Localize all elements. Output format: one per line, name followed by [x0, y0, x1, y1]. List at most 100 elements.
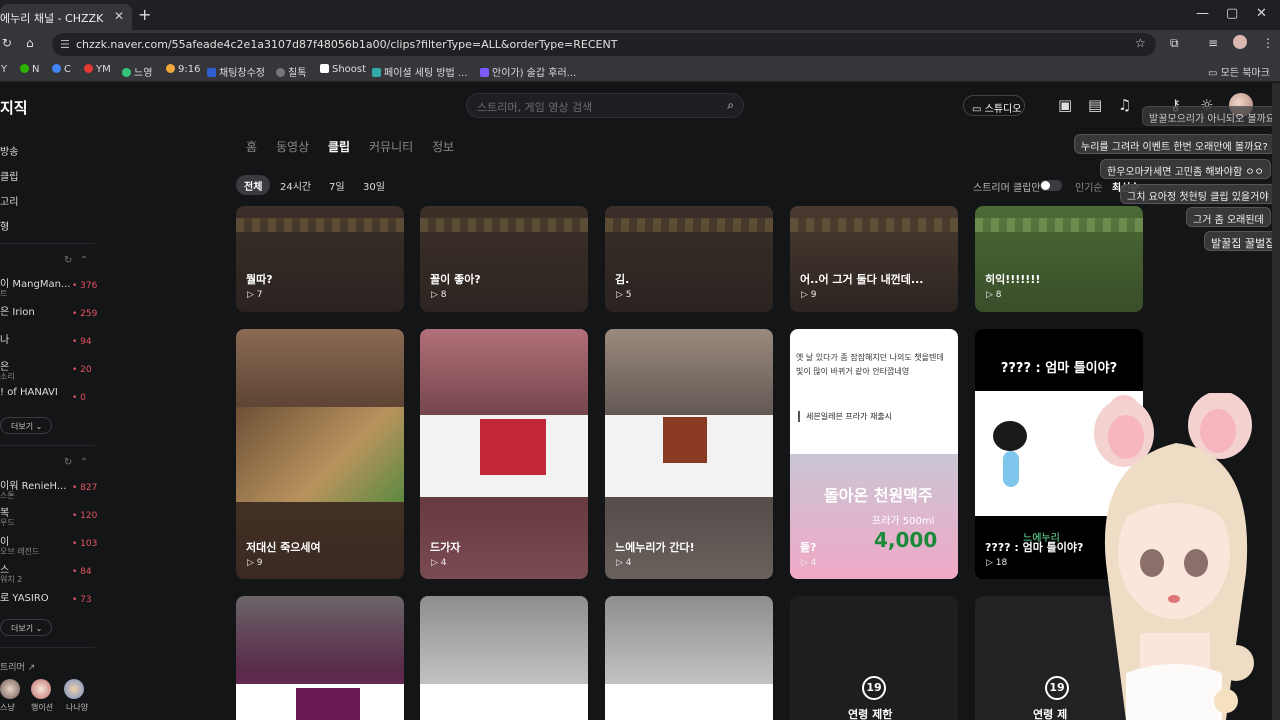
- streamer-avatar[interactable]: [31, 679, 51, 699]
- tab-info[interactable]: 정보: [432, 138, 454, 155]
- new-tab-icon[interactable]: +: [138, 5, 151, 24]
- streamer-name: 행이션: [31, 703, 54, 712]
- bookmark-item[interactable]: N: [20, 64, 39, 75]
- tab-community[interactable]: 커뮤니티: [369, 138, 413, 155]
- viewer-count: • 73: [72, 595, 92, 605]
- wallet-icon[interactable]: ▣: [1058, 96, 1072, 114]
- filter-24h[interactable]: 24시간: [272, 175, 319, 195]
- search-icon[interactable]: ⌕: [727, 98, 734, 113]
- streamer-clips-only-toggle[interactable]: [1040, 180, 1062, 191]
- clip-card[interactable]: [420, 596, 588, 720]
- following-channel[interactable]: 이 MangMan...: [0, 275, 70, 290]
- reload-icon[interactable]: ↻: [2, 36, 12, 50]
- chat-message: 그치 요아정 첫현팅 클립 있을거야: [1120, 184, 1276, 204]
- following-category: 트: [0, 289, 8, 298]
- globe-icon: [276, 68, 285, 77]
- clip-card[interactable]: 뭘따? ▷ 7: [236, 206, 404, 312]
- streamer-clips-only-label: 스트리머 클립만: [973, 183, 1041, 194]
- bookmark-item[interactable]: 페이셜 세팅 방법 ...: [372, 64, 467, 79]
- following-channel[interactable]: 은 Irion: [0, 303, 35, 318]
- profile-icon[interactable]: [1233, 35, 1247, 49]
- following-channel[interactable]: ! of HANAVI: [0, 387, 58, 398]
- url-field[interactable]: chzzk.naver.com/55afeade4c2e1a3107d87f48…: [52, 33, 1156, 56]
- bookmark-item[interactable]: Y: [1, 64, 7, 75]
- media-icon[interactable]: ≡: [1208, 36, 1218, 50]
- character-tear: [1003, 451, 1019, 487]
- clip-card[interactable]: 히익!!!!!!! ▷ 8: [975, 206, 1143, 312]
- menu-icon[interactable]: ⋮: [1262, 36, 1274, 50]
- browser-tab[interactable]: 에누리 채널 - CHZZK ✕: [0, 4, 132, 30]
- sidebar-nav-category[interactable]: 고리: [0, 193, 18, 208]
- sidebar-nav-esports[interactable]: 형: [0, 218, 9, 233]
- filter-7d[interactable]: 7일: [321, 175, 353, 195]
- clip-card[interactable]: 옛 날 있다가 좀 잠잠해지던 나의도 챗을텐데 빛이 많이 바뀌거 같아 안타…: [790, 329, 958, 579]
- tab-videos[interactable]: 동영상: [276, 138, 309, 155]
- age-restricted-label: 연령 제한: [848, 708, 893, 720]
- clip-card[interactable]: [605, 596, 773, 720]
- tab-home[interactable]: 홈: [246, 138, 257, 155]
- partner-streamers-label[interactable]: 트리머 ↗: [0, 660, 35, 673]
- close-window-icon[interactable]: ✕: [1256, 6, 1267, 21]
- extensions-icon[interactable]: ⧉: [1170, 36, 1179, 51]
- show-more-button[interactable]: 더보기 ⌄: [0, 619, 52, 636]
- minimize-icon[interactable]: —: [1196, 6, 1209, 21]
- clip-card[interactable]: 저대신 죽으세여 ▷ 9: [236, 329, 404, 579]
- clip-card[interactable]: 어..어 그거 둘다 내껀데... ▷ 9: [790, 206, 958, 312]
- show-more-button[interactable]: 더보기 ⌄: [0, 417, 52, 434]
- site-info-icon[interactable]: ☰: [60, 38, 70, 51]
- chevron-up-icon[interactable]: ⌃: [80, 457, 88, 468]
- clip-card[interactable]: 꼴이 좋아? ▷ 8: [420, 206, 588, 312]
- viewer-count: • 259: [72, 309, 98, 319]
- recommended-category: 우드: [0, 518, 15, 527]
- recommended-channel[interactable]: 로 YASIRO: [0, 589, 49, 604]
- clip-card[interactable]: 김. ▷ 5: [605, 206, 773, 312]
- search-input[interactable]: 스트리머, 게임 영상 검색 ⌕: [466, 93, 744, 118]
- site-logo[interactable]: 지직: [0, 97, 28, 118]
- bookmark-item[interactable]: 안이가) 술갑 후러...: [480, 64, 576, 79]
- maximize-icon[interactable]: ▢: [1226, 6, 1238, 21]
- close-tab-icon[interactable]: ✕: [114, 9, 124, 23]
- sort-popular[interactable]: 인기순: [1075, 179, 1103, 194]
- video-icon: ▭: [972, 104, 985, 115]
- sidebar-nav-clips[interactable]: 클립: [0, 168, 18, 183]
- filter-30d[interactable]: 30일: [355, 175, 393, 195]
- bookmark-item[interactable]: 칠톡: [276, 64, 306, 79]
- bookmark-item[interactable]: YM: [84, 64, 111, 75]
- bookmark-item[interactable]: 채팅창수정: [207, 64, 265, 79]
- bell-icon[interactable]: ♫: [1118, 96, 1131, 114]
- divider: [0, 647, 95, 648]
- refresh-icon[interactable]: ↻: [64, 457, 72, 468]
- refresh-icon[interactable]: ↻: [64, 255, 72, 266]
- page-scrollbar[interactable]: [1272, 83, 1280, 720]
- streamer-avatar[interactable]: [0, 679, 20, 699]
- clip-card[interactable]: [236, 596, 404, 720]
- tab-clips[interactable]: 클립: [328, 138, 350, 155]
- page-icon: [372, 68, 381, 77]
- streamer-avatar[interactable]: [64, 679, 84, 699]
- clip-card-age-restricted[interactable]: 19 연령 제한: [790, 596, 958, 720]
- home-icon[interactable]: ⌂: [26, 36, 34, 50]
- filter-all[interactable]: 전체: [236, 175, 271, 195]
- clip-banner: ???? : 엄마 틀이야?: [1000, 361, 1118, 376]
- banner-price: 4,000: [874, 528, 938, 552]
- bookmark-item[interactable]: Shoost: [320, 64, 366, 75]
- studio-button[interactable]: ▭ 스튜디오: [963, 95, 1025, 116]
- ticket-icon[interactable]: ▤: [1088, 96, 1102, 114]
- product-image: [296, 688, 360, 720]
- clip-card[interactable]: 느에누리가 간다! ▷ 4: [605, 329, 773, 579]
- bookmark-item[interactable]: 9:16: [166, 64, 200, 75]
- clip-card[interactable]: 드가자 ▷ 4: [420, 329, 588, 579]
- all-bookmarks-folder[interactable]: ▭ 모든 북마크: [1208, 64, 1270, 79]
- clip-views: ▷ 9: [247, 558, 263, 568]
- clip-thumbnail: [420, 415, 588, 497]
- sidebar-nav-live[interactable]: 방송: [0, 143, 18, 158]
- clip-views: ▷ 8: [986, 290, 1002, 300]
- following-channel[interactable]: 나: [0, 331, 9, 346]
- bookmark-item[interactable]: C: [52, 64, 71, 75]
- clip-thumbnail: [605, 684, 773, 720]
- viewer-count: • 120: [72, 511, 98, 521]
- age-19-badge: 19: [1045, 676, 1069, 700]
- bookmark-item[interactable]: 느영: [122, 64, 152, 79]
- bookmark-star-icon[interactable]: ☆: [1135, 36, 1146, 50]
- chevron-up-icon[interactable]: ⌃: [80, 255, 88, 266]
